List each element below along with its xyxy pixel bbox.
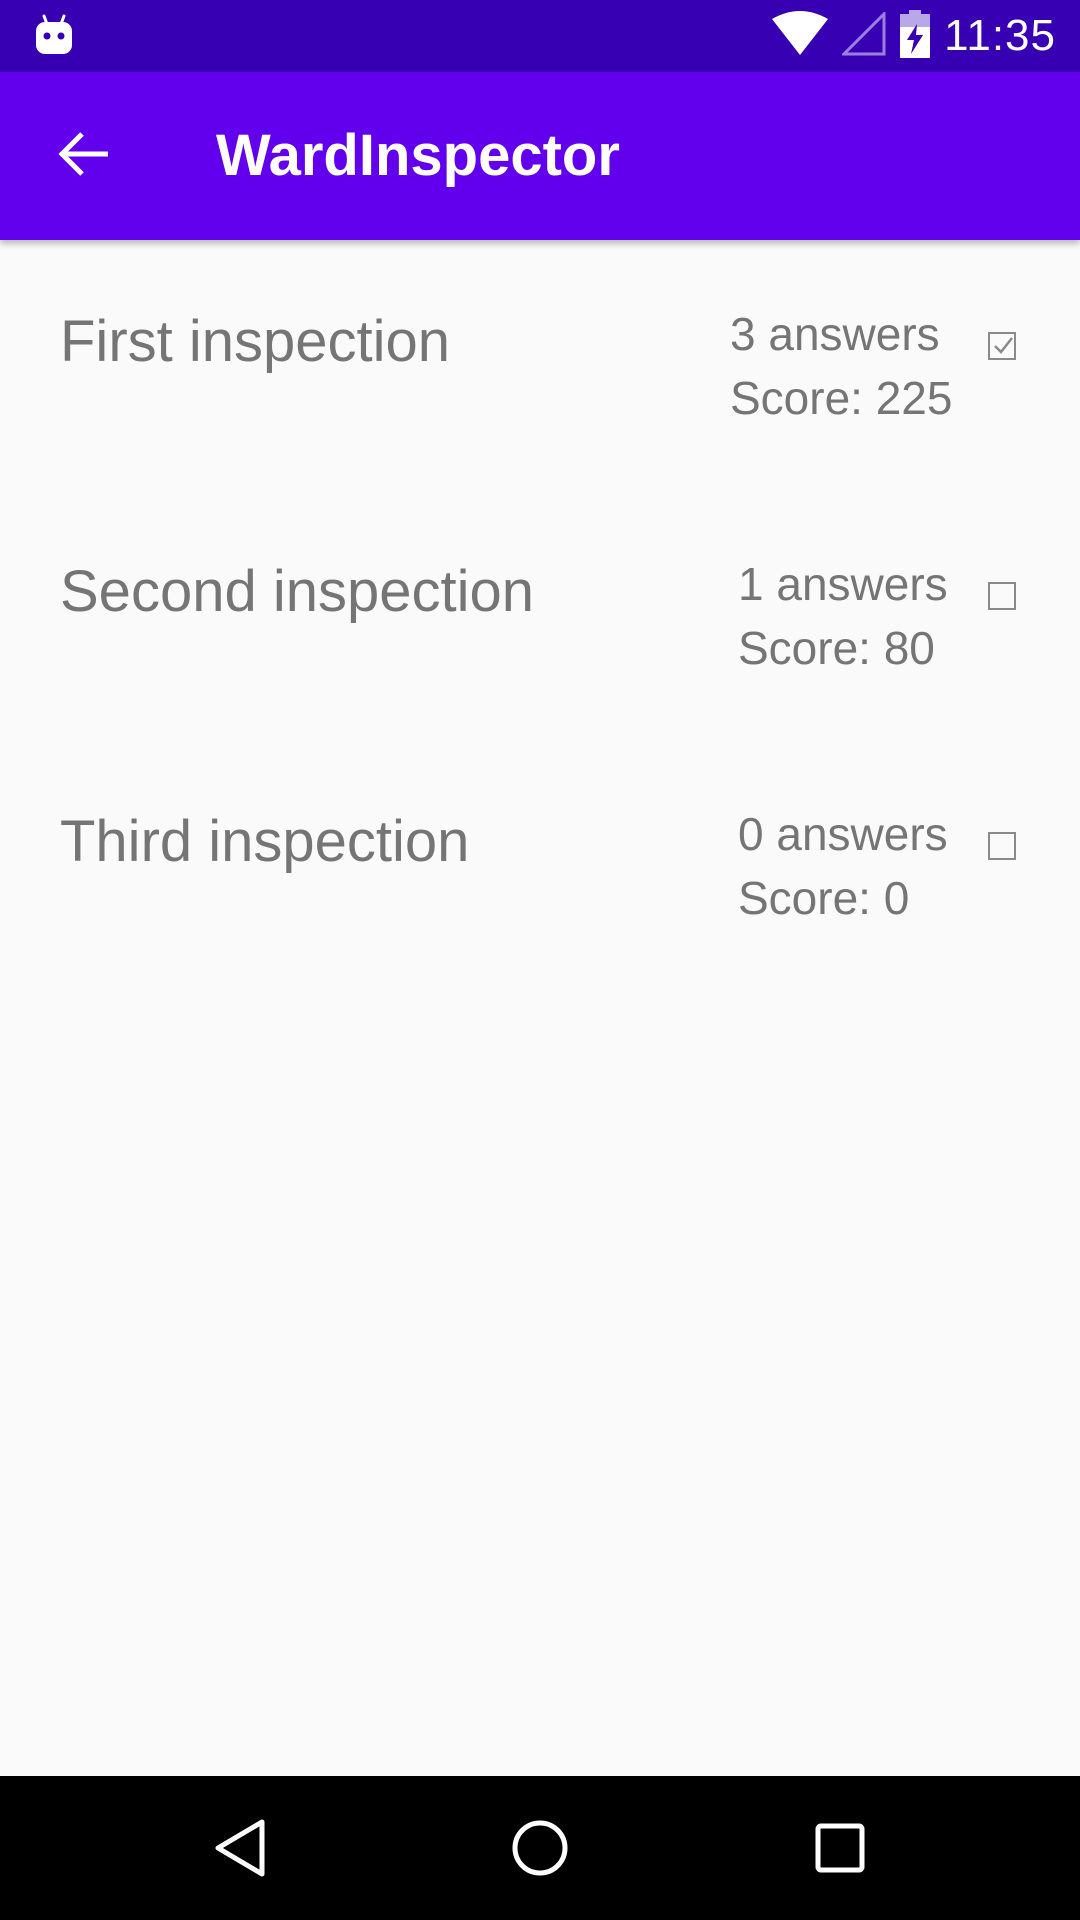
inspection-stats: 0 answers Score: 0 [738,802,948,930]
android-debug-icon [34,14,74,58]
back-triangle-icon [215,1819,265,1877]
inspection-stats: 1 answers Score: 80 [738,552,948,680]
inspection-answers: 3 answers [730,308,940,360]
app-bar: WardInspector [0,72,1080,240]
inspection-answers: 0 answers [738,808,948,860]
inspection-stats: 3 answers Score: 225 [730,302,952,430]
inspection-item-third[interactable]: Third inspection 0 answers Score: 0 [0,740,1080,990]
inspection-checkbox[interactable] [988,582,1016,610]
recents-square-icon [815,1823,865,1873]
inspection-title: First inspection [60,309,451,374]
inspection-item-second[interactable]: Second inspection 1 answers Score: 80 [0,490,1080,740]
inspection-list: First inspection 3 answers Score: 225 Se… [0,240,1080,990]
app-title: WardInspector [216,123,620,188]
inspection-score: Score: 80 [738,622,935,674]
status-time: 11:35 [944,11,1056,60]
inspection-title: Third inspection [60,809,470,874]
inspection-checkbox[interactable] [988,832,1016,860]
nav-home-button[interactable] [490,1798,590,1898]
battery-charging-icon [900,9,931,63]
wifi-icon [772,10,829,62]
status-bar: 11:35 [0,0,1080,72]
nav-back-button[interactable] [190,1798,290,1898]
back-button[interactable] [40,112,128,200]
nav-recents-button[interactable] [790,1798,890,1898]
inspection-item-first[interactable]: First inspection 3 answers Score: 225 [0,240,1080,490]
inspection-answers: 1 answers [738,558,948,610]
signal-icon [840,9,886,61]
inspection-title: Second inspection [60,559,534,624]
home-circle-icon [512,1820,568,1876]
back-arrow-icon [58,130,110,183]
check-icon [994,337,1013,354]
inspection-score: Score: 0 [738,872,910,924]
navigation-bar [0,1776,1080,1920]
inspection-score: Score: 225 [730,372,953,424]
inspection-checkbox[interactable] [988,332,1016,360]
